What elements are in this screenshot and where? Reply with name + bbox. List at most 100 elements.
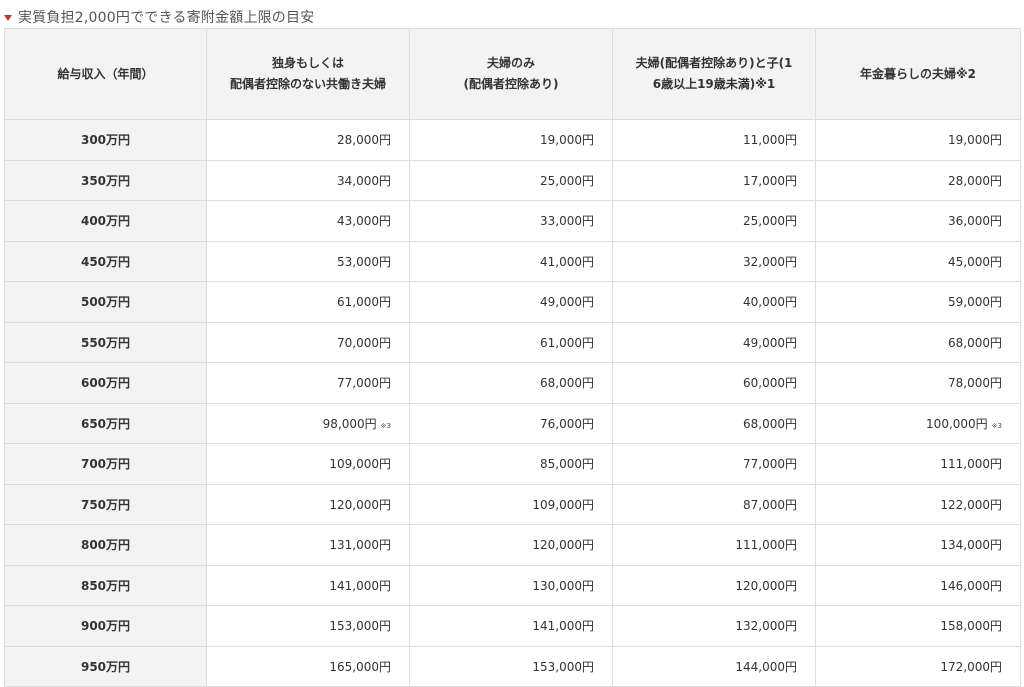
pension-cell-value: 36,000円 (948, 214, 1002, 229)
couple-child-cell-value: 120,000円 (735, 578, 797, 593)
couple-cell-value: 41,000円 (540, 254, 594, 269)
income-cell-value: 650万円 (80, 416, 131, 431)
table-row: 850万円 141,000円 130,000円 120,000円 146,000円 (4, 564, 1021, 606)
couple-cell: 109,000円 (409, 483, 613, 525)
income-cell: 600万円 (4, 362, 207, 404)
couple-child-cell: 11,000円 (612, 119, 816, 161)
single-cell-value: 28,000円 (337, 133, 391, 148)
couple-child-cell-value: 60,000円 (743, 376, 797, 391)
couple-cell: 19,000円 (409, 119, 613, 161)
single-cell-value: 53,000円 (337, 254, 391, 269)
income-cell: 750万円 (4, 483, 207, 525)
single-cell-value: 153,000円 (329, 619, 391, 634)
couple-child-cell-value: 144,000円 (735, 659, 797, 674)
couple-child-cell: 17,000円 (612, 159, 816, 201)
income-cell-value: 700万円 (80, 457, 131, 472)
income-cell-value: 900万円 (80, 619, 131, 634)
pension-cell-value: 134,000円 (940, 538, 1002, 553)
couple-cell: 76,000円 (409, 402, 613, 444)
couple-cell-value: 120,000円 (532, 538, 594, 553)
pension-cell-value: 122,000円 (940, 497, 1002, 512)
single-cell-value: 77,000円 (337, 376, 391, 391)
single-cell-value: 61,000円 (337, 295, 391, 310)
couple-child-cell-value: 32,000円 (743, 254, 797, 269)
couple-cell: 41,000円 (409, 240, 613, 282)
pension-cell: 68,000円 (815, 321, 1021, 363)
income-cell: 650万円 (4, 402, 207, 444)
couple-cell-value: 153,000円 (532, 659, 594, 674)
pension-cell: 36,000円 (815, 200, 1021, 242)
pension-cell: 59,000円 (815, 281, 1021, 323)
income-cell-value: 800万円 (80, 538, 131, 553)
couple-child-cell: 144,000円 (612, 645, 816, 687)
couple-cell: 130,000円 (409, 564, 613, 606)
pension-cell-value: 78,000円 (948, 376, 1002, 391)
table-row: 350万円 34,000円 25,000円 17,000円 28,000円 (4, 159, 1021, 201)
single-cell: 53,000円 (206, 240, 410, 282)
single-cell: 28,000円 (206, 119, 410, 161)
couple-cell: 61,000円 (409, 321, 613, 363)
pension-cell-value: 158,000円 (940, 619, 1002, 634)
header-pension: 年金暮らしの夫婦※2 (815, 28, 1021, 120)
income-cell: 850万円 (4, 564, 207, 606)
pension-cell: 78,000円 (815, 362, 1021, 404)
single-cell: 109,000円 (206, 443, 410, 485)
header-single: 独身もしくは 配偶者控除のない共働き夫婦 (206, 28, 410, 120)
couple-child-cell: 49,000円 (612, 321, 816, 363)
income-cell-value: 350万円 (80, 173, 131, 188)
income-cell: 500万円 (4, 281, 207, 323)
single-cell: 77,000円 (206, 362, 410, 404)
pension-cell: 134,000円 (815, 524, 1021, 566)
single-cell: 165,000円 (206, 645, 410, 687)
triangle-down-icon (4, 14, 12, 21)
income-cell: 800万円 (4, 524, 207, 566)
income-cell-value: 300万円 (80, 133, 131, 148)
couple-cell: 49,000円 (409, 281, 613, 323)
couple-child-cell-value: 40,000円 (743, 295, 797, 310)
table-row: 300万円 28,000円 19,000円 11,000円 19,000円 (4, 119, 1021, 161)
single-cell: 153,000円 (206, 605, 410, 647)
income-cell-value: 850万円 (80, 578, 131, 593)
table-row: 800万円 131,000円 120,000円 111,000円 134,000円 (4, 524, 1021, 566)
couple-cell-value: 25,000円 (540, 173, 594, 188)
table-header-row: 給与収入（年間） 独身もしくは 配偶者控除のない共働き夫婦 夫婦のみ (配偶者控… (4, 28, 1021, 120)
couple-child-cell-value: 68,000円 (743, 416, 797, 431)
pension-cell: 111,000円 (815, 443, 1021, 485)
footnote-marker: ※3 (991, 421, 1002, 430)
single-cell-value: 109,000円 (329, 457, 391, 472)
single-cell: 34,000円 (206, 159, 410, 201)
table-row: 550万円 70,000円 61,000円 49,000円 68,000円 (4, 321, 1021, 363)
couple-child-cell-value: 77,000円 (743, 457, 797, 472)
pension-cell-value: 68,000円 (948, 335, 1002, 350)
income-cell: 700万円 (4, 443, 207, 485)
income-cell-value: 400万円 (80, 214, 131, 229)
single-cell-value: 131,000円 (329, 538, 391, 553)
single-cell-value: 70,000円 (337, 335, 391, 350)
couple-child-cell: 40,000円 (612, 281, 816, 323)
income-cell: 350万円 (4, 159, 207, 201)
table-row: 950万円 165,000円 153,000円 144,000円 172,000円 (4, 645, 1021, 687)
pension-cell: 28,000円 (815, 159, 1021, 201)
income-cell: 400万円 (4, 200, 207, 242)
couple-cell: 85,000円 (409, 443, 613, 485)
single-cell: 120,000円 (206, 483, 410, 525)
pension-cell-value: 111,000円 (940, 457, 1002, 472)
header-couple: 夫婦のみ (配偶者控除あり) (409, 28, 613, 120)
couple-child-cell-value: 87,000円 (743, 497, 797, 512)
section-title-text: 実質負担2,000円でできる寄附金額上限の目安 (18, 10, 315, 26)
couple-cell-value: 19,000円 (540, 133, 594, 148)
pension-cell: 100,000円 ※3 (815, 402, 1021, 444)
couple-cell-value: 61,000円 (540, 335, 594, 350)
table-body: 300万円 28,000円 19,000円 11,000円 19,000円 350万円 34… (4, 119, 1021, 687)
income-cell: 550万円 (4, 321, 207, 363)
couple-child-cell-value: 25,000円 (743, 214, 797, 229)
couple-cell-value: 33,000円 (540, 214, 594, 229)
couple-child-cell: 111,000円 (612, 524, 816, 566)
single-cell: 98,000円 ※3 (206, 402, 410, 444)
couple-child-cell: 32,000円 (612, 240, 816, 282)
couple-cell-value: 49,000円 (540, 295, 594, 310)
couple-cell: 33,000円 (409, 200, 613, 242)
pension-cell-value: 45,000円 (948, 254, 1002, 269)
pension-cell-value: 28,000円 (948, 173, 1002, 188)
couple-cell: 120,000円 (409, 524, 613, 566)
